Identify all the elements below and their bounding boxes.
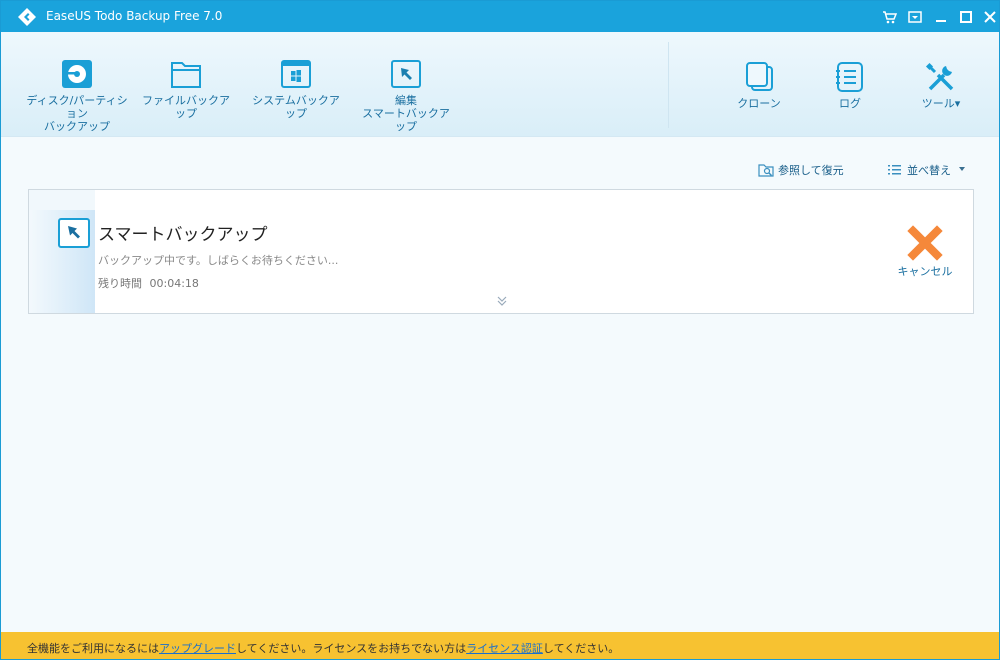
- minimize-icon[interactable]: [933, 9, 949, 25]
- disk-partition-backup-button[interactable]: ディスク/パーティション バックアップ: [21, 32, 133, 137]
- disk-icon: [61, 59, 93, 89]
- window-title: EaseUS Todo Backup Free 7.0: [46, 9, 223, 23]
- chevron-down-icon: [959, 167, 965, 171]
- log-button[interactable]: ログ: [810, 32, 890, 137]
- tools-icon: [925, 62, 957, 92]
- easeus-logo-icon: [17, 7, 37, 27]
- log-icon: [834, 62, 866, 92]
- cancel-button[interactable]: キャンセル: [895, 225, 955, 285]
- folder-icon: [170, 59, 202, 89]
- folder-search-icon: [758, 164, 774, 177]
- task-status: バックアップ中です。しばらくお待ちください...: [98, 254, 339, 267]
- windows-icon: [280, 59, 312, 89]
- license-notice-bar: 全機能をご利用になるにはアップグレードしてください。ライセンスをお持ちでない方は…: [1, 632, 999, 659]
- close-icon[interactable]: [982, 9, 998, 25]
- smart-backup-icon: [58, 218, 90, 248]
- task-title: スマートバックアップ: [98, 225, 268, 245]
- toolbar-separator: [668, 42, 669, 128]
- license-activation-link[interactable]: ライセンス認証: [466, 642, 543, 655]
- task-remaining: 残り時間 00:04:18: [98, 275, 199, 291]
- cart-icon[interactable]: [882, 9, 898, 25]
- title-bar: EaseUS Todo Backup Free 7.0: [1, 1, 999, 32]
- list-icon: [888, 165, 901, 175]
- menu-dropdown-icon[interactable]: [907, 9, 923, 25]
- main-toolbar: ディスク/パーティション バックアップ ファイルバックアップ システムバックアッ…: [1, 32, 999, 137]
- license-notice-text: 全機能をご利用になるにはアップグレードしてください。ライセンスをお持ちでない方は…: [27, 642, 620, 655]
- clone-icon: [743, 62, 775, 92]
- backup-task-card: スマートバックアップ バックアップ中です。しばらくお待ちください... 残り時間…: [28, 189, 974, 314]
- clone-button[interactable]: クローン: [719, 32, 799, 137]
- file-backup-button[interactable]: ファイルバックアップ: [137, 32, 235, 137]
- expand-details-icon[interactable]: [496, 295, 508, 307]
- remaining-time: 00:04:18: [149, 277, 199, 290]
- edit-smart-backup-button[interactable]: 編集 スマートバックアップ: [357, 32, 455, 137]
- tools-button[interactable]: ツール▾: [901, 32, 981, 137]
- task-card-stripe: [29, 190, 95, 313]
- cancel-x-icon: [907, 225, 943, 261]
- upgrade-link[interactable]: アップグレード: [159, 642, 236, 655]
- remaining-label: 残り時間: [98, 277, 142, 290]
- system-backup-button[interactable]: システムバックアップ: [247, 32, 345, 137]
- app-window: EaseUS Todo Backup Free 7.0 ディスク/パーティション…: [0, 0, 1000, 660]
- smart-backup-icon: [390, 59, 422, 89]
- maximize-icon[interactable]: [958, 9, 974, 25]
